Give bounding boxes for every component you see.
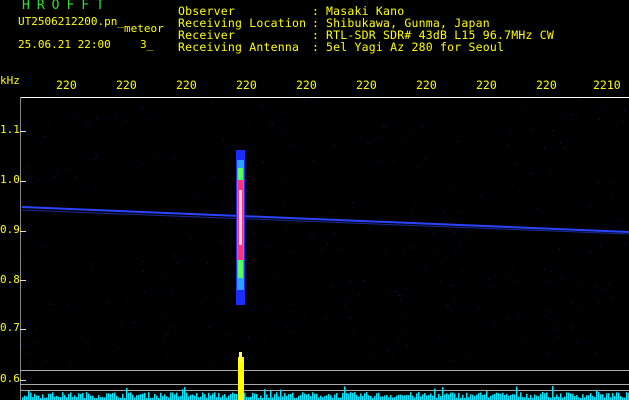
spectrogram [20, 97, 629, 400]
carrier-trace [21, 206, 629, 233]
spectrum-peak [238, 357, 244, 400]
background-noise [22, 100, 626, 365]
spectrum-peak-core [239, 352, 242, 362]
carrier-trace-faint [21, 209, 629, 235]
meteor-echo [236, 150, 245, 305]
spectrum-noise [22, 386, 629, 400]
